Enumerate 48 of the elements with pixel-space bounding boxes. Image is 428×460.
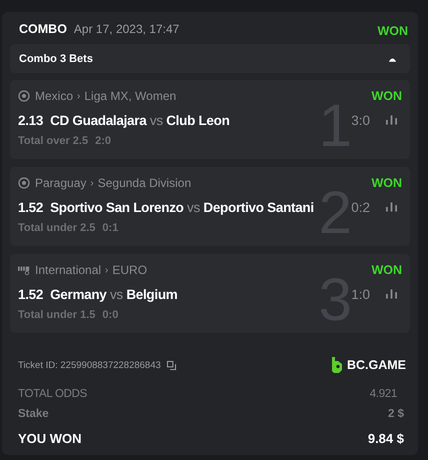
summary-value: 9.84 $ [368, 431, 404, 446]
separator: › [90, 178, 94, 188]
market-label: Total over 2.5 [18, 135, 88, 147]
ticket-id: Ticket ID: 2259908837228286843 [18, 360, 161, 370]
bet-date: Apr 17, 2023, 17:47 [74, 22, 180, 36]
pick-score: 0:0 [102, 309, 118, 321]
match-title: Germany vs Belgium [50, 286, 178, 302]
brand-logo-icon [330, 357, 343, 373]
leg-status: WON [371, 176, 402, 190]
football-icon [18, 177, 30, 189]
stats-icon[interactable] [386, 289, 397, 299]
pick-score: 2:0 [95, 135, 112, 147]
league-label: EURO [112, 263, 148, 277]
market-label: Total under 2.5 [18, 222, 96, 234]
league-label: Segunda Division [98, 176, 192, 190]
match-score: 3:0 [351, 112, 370, 128]
country-label: Mexico [35, 89, 74, 103]
bet-type: COMBO [19, 22, 67, 36]
match-score: 0:2 [351, 200, 370, 214]
emblem-icon [18, 264, 30, 276]
leg-status: WON [371, 263, 402, 277]
odds-value: 1.52 [18, 286, 44, 302]
match-score: 1:0 [351, 286, 370, 302]
separator: › [77, 90, 80, 102]
odds-value: 2.13 [18, 112, 44, 128]
match-title: Sportivo San Lorenzo vs Deportivo Santani [50, 200, 314, 214]
match-title: CD Guadalajara vs Club Leon [50, 112, 230, 128]
combo-bar[interactable]: Combo 3 Bets [10, 44, 410, 73]
copy-icon[interactable] [166, 360, 176, 370]
bet-status: WON [377, 24, 408, 38]
summary-value: 4.921 [370, 388, 397, 402]
combo-label: Combo 3 Bets [19, 52, 93, 64]
brand-name: BC.GAME [346, 358, 406, 372]
market-label: Total under 1.5 [18, 309, 96, 321]
stats-icon[interactable] [386, 115, 397, 125]
football-icon [18, 90, 30, 102]
stats-icon[interactable] [386, 202, 397, 212]
leg-status: WON [371, 89, 402, 103]
summary-label: TOTAL ODDS [18, 388, 87, 402]
separator: › [105, 264, 108, 276]
league-label: Liga MX, Women [84, 89, 176, 103]
summary-label: YOU WON [18, 431, 82, 446]
country-label: International [35, 263, 102, 277]
summary-label: Stake [18, 408, 49, 422]
country-label: Paraguay [35, 176, 86, 190]
summary-value: 2 $ [388, 408, 404, 422]
odds-value: 1.52 [18, 200, 44, 214]
pick-score: 0:1 [102, 222, 118, 234]
